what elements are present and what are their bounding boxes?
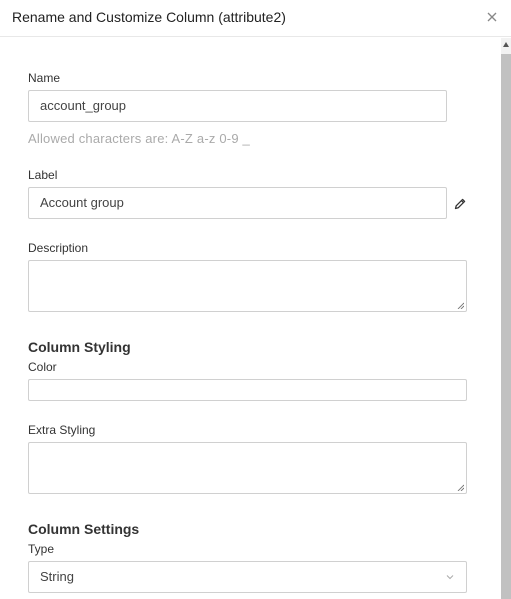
pencil-icon[interactable] — [453, 197, 467, 211]
chevron-down-icon — [446, 575, 454, 580]
description-textarea[interactable] — [28, 260, 467, 312]
column-styling-heading: Column Styling — [28, 339, 131, 355]
extra-styling-textarea[interactable] — [28, 442, 467, 494]
scrollbar-thumb[interactable] — [501, 54, 511, 599]
resize-grip-icon[interactable] — [457, 302, 464, 309]
resize-grip-icon[interactable] — [457, 484, 464, 491]
dialog-header: Rename and Customize Column (attribute2) — [0, 0, 511, 37]
name-input[interactable]: account_group — [28, 90, 447, 122]
label-field-label: Label — [28, 168, 58, 182]
name-hint: Allowed characters are: A-Z a-z 0-9 _ — [28, 131, 250, 146]
description-label: Description — [28, 241, 89, 255]
color-label: Color — [28, 360, 57, 374]
dialog-title: Rename and Customize Column (attribute2) — [12, 9, 286, 25]
extra-styling-label: Extra Styling — [28, 423, 96, 437]
scroll-up-arrow-icon[interactable] — [503, 42, 509, 47]
color-input[interactable] — [28, 379, 467, 401]
name-label: Name — [28, 71, 61, 85]
type-select[interactable]: String — [28, 561, 467, 593]
scrollbar[interactable] — [501, 38, 511, 599]
type-label: Type — [28, 542, 55, 556]
label-input[interactable]: Account group — [28, 187, 447, 219]
close-icon[interactable] — [485, 10, 499, 24]
type-select-value: String — [40, 569, 74, 584]
column-settings-heading: Column Settings — [28, 521, 140, 537]
